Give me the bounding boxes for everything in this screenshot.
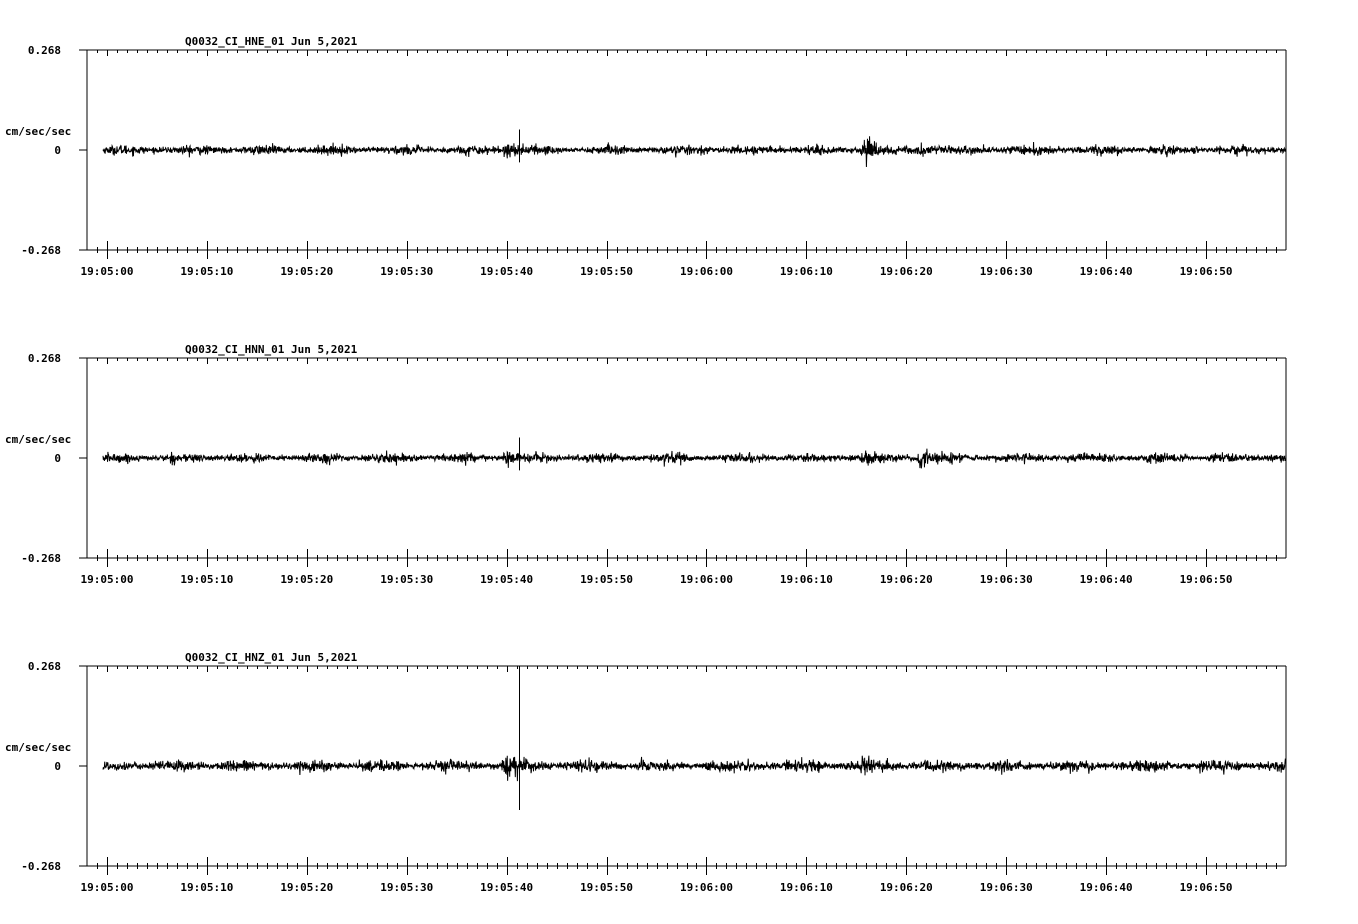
- x-tick-label: 19:06:00: [680, 573, 733, 586]
- x-tick-label: 19:05:30: [380, 881, 433, 894]
- x-tick-label: 19:06:50: [1180, 573, 1233, 586]
- x-tick-label: 19:06:50: [1180, 265, 1233, 278]
- y-tick-label: 0.268: [28, 660, 61, 673]
- x-tick-label: 19:05:10: [180, 265, 233, 278]
- x-tick-label: 19:06:40: [1080, 265, 1133, 278]
- y-tick-label: -0.268: [21, 860, 61, 873]
- y-tick-label: 0.268: [28, 44, 61, 57]
- x-tick-label: 19:06:40: [1080, 881, 1133, 894]
- waveform-trace: [102, 136, 1287, 168]
- chart-title: Q0032_CI_HNN_01 Jun 5,2021: [185, 343, 358, 356]
- x-tick-label: 19:05:10: [180, 881, 233, 894]
- waveform-trace: [102, 755, 1287, 782]
- chart-title: Q0032_CI_HNE_01 Jun 5,2021: [185, 35, 358, 48]
- chart-panel-3: 0.268 0 -0.268 cm/sec/sec Q0032_CI_HNZ_01 Ju…: [5, 651, 1287, 894]
- chart-panel-1: 0.268 0 -0.268 cm/sec/sec Q0032_CI_HNE_01 Ju…: [5, 35, 1287, 278]
- y-tick-label: 0.268: [28, 352, 61, 365]
- x-tick-label: 19:05:40: [480, 881, 533, 894]
- x-tick-label: 19:05:30: [380, 573, 433, 586]
- y-tick-label: 0: [54, 452, 61, 465]
- y-tick-label: -0.268: [21, 244, 61, 257]
- x-tick-label: 19:06:20: [880, 573, 933, 586]
- x-tick-label: 19:06:30: [980, 881, 1033, 894]
- x-tick-label: 19:06:50: [1180, 881, 1233, 894]
- waveform-trace: [102, 448, 1287, 469]
- x-tick-label: 19:05:30: [380, 265, 433, 278]
- x-tick-label: 19:06:20: [880, 881, 933, 894]
- x-tick-label: 19:05:50: [580, 881, 633, 894]
- y-axis-label: cm/sec/sec: [5, 125, 71, 138]
- y-tick-label: -0.268: [21, 552, 61, 565]
- seismogram-figure: 0.268 0 -0.268 cm/sec/sec Q0032_CI_HNE_01 Ju…: [5, 35, 1287, 894]
- x-tick-label: 19:05:50: [580, 573, 633, 586]
- x-tick-label: 19:05:40: [480, 265, 533, 278]
- x-tick-label: 19:05:20: [280, 881, 333, 894]
- chart-panel-2: 0.268 0 -0.268 cm/sec/sec Q0032_CI_HNN_01 Ju…: [5, 343, 1287, 586]
- x-tick-label: 19:06:10: [780, 573, 833, 586]
- x-tick-label: 19:06:30: [980, 573, 1033, 586]
- x-tick-label: 19:05:20: [280, 573, 333, 586]
- x-tick-label: 19:05:00: [80, 573, 133, 586]
- x-tick-label: 19:05:00: [80, 881, 133, 894]
- chart-title: Q0032_CI_HNZ_01 Jun 5,2021: [185, 651, 358, 664]
- y-axis-label: cm/sec/sec: [5, 433, 71, 446]
- x-tick-label: 19:05:00: [80, 265, 133, 278]
- x-tick-label: 19:06:10: [780, 265, 833, 278]
- x-tick-label: 19:06:10: [780, 881, 833, 894]
- x-tick-label: 19:05:50: [580, 265, 633, 278]
- x-tick-label: 19:06:00: [680, 881, 733, 894]
- x-tick-label: 19:06:40: [1080, 573, 1133, 586]
- x-tick-label: 19:05:40: [480, 573, 533, 586]
- x-tick-label: 19:05:10: [180, 573, 233, 586]
- x-tick-label: 19:06:00: [680, 265, 733, 278]
- x-tick-label: 19:06:30: [980, 265, 1033, 278]
- y-axis-label: cm/sec/sec: [5, 741, 71, 754]
- x-tick-label: 19:05:20: [280, 265, 333, 278]
- y-tick-label: 0: [54, 144, 61, 157]
- x-tick-label: 19:06:20: [880, 265, 933, 278]
- y-tick-label: 0: [54, 760, 61, 773]
